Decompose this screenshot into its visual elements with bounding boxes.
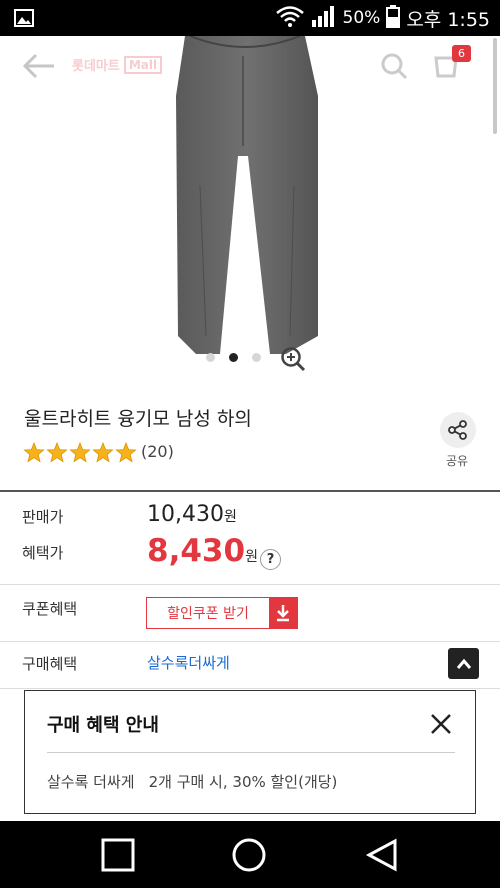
popup-title: 구매 혜택 안내 (47, 715, 159, 736)
search-icon[interactable] (380, 52, 408, 84)
logo-text: 롯데마트 (72, 59, 120, 74)
benefit-name: 살수록 더싸게 (47, 773, 135, 791)
get-coupon-label: 할인쿠폰 받기 (167, 606, 249, 622)
back-icon[interactable] (364, 837, 400, 877)
logo-badge: Mall (123, 55, 163, 74)
star-icon (23, 442, 45, 463)
site-logo[interactable]: 롯데마트 Mall (72, 55, 163, 74)
benefit-price-value: 8,430 (147, 533, 246, 569)
gallery-dot[interactable] (206, 353, 215, 362)
row-divider (0, 688, 500, 689)
signal-icon (311, 4, 337, 33)
star-icon (46, 442, 68, 463)
star-icon (92, 442, 114, 463)
sale-price-unit: 원 (223, 509, 237, 525)
product-image[interactable] (0, 36, 500, 384)
benefit-price-label: 혜택가 (22, 544, 64, 562)
sale-price-value: 10,430 (147, 502, 224, 527)
image-icon (14, 8, 34, 32)
clock: 오후 1:55 (406, 8, 490, 31)
share-button[interactable] (440, 412, 476, 448)
star-icon (115, 442, 137, 463)
gallery-indicator (206, 353, 261, 362)
section-divider (0, 490, 500, 492)
coupon-label: 쿠폰혜택 (22, 600, 78, 618)
wifi-icon (275, 4, 305, 33)
collapse-button[interactable] (448, 648, 479, 679)
product-title: 울트라히트 융기모 남성 하의 (24, 408, 252, 430)
download-icon (269, 598, 297, 628)
benefit-detail: 2개 구매 시, 30% 할인(개당) (148, 773, 338, 791)
battery-percent: 50% (342, 8, 381, 28)
gallery-dot[interactable] (252, 353, 261, 362)
purchase-benefit-label: 구매혜택 (22, 655, 78, 673)
home-icon[interactable] (231, 837, 267, 877)
row-divider (0, 584, 500, 585)
review-count[interactable]: (20) (141, 442, 174, 461)
scrollbar[interactable] (493, 38, 497, 134)
back-arrow-icon[interactable] (22, 52, 56, 84)
recent-apps-icon[interactable] (100, 837, 136, 877)
star-icon (69, 442, 91, 463)
system-nav-bar (0, 821, 500, 888)
sale-price: 10,430원 (147, 502, 237, 527)
pants-image (176, 36, 318, 354)
sale-price-label: 판매가 (22, 508, 64, 526)
share-icon (448, 420, 467, 440)
close-icon[interactable] (430, 713, 452, 739)
share-label: 공유 (446, 454, 469, 468)
benefit-price: 8,430원 (147, 533, 258, 569)
cart-count-badge: 6 (452, 45, 471, 62)
popup-divider (47, 752, 455, 753)
row-divider (0, 641, 500, 642)
chevron-up-icon (456, 658, 471, 669)
get-coupon-button[interactable]: 할인쿠폰 받기 (146, 597, 298, 629)
help-button[interactable]: ? (260, 549, 281, 570)
purchase-benefit-link[interactable]: 살수록더싸게 (147, 652, 230, 673)
popup-body: 살수록 더싸게 2개 구매 시, 30% 할인(개당) (47, 771, 337, 792)
rating-stars (23, 442, 137, 463)
benefit-price-unit: 원 (245, 549, 258, 565)
status-bar: 50% 오후 1:55 (0, 0, 500, 36)
gallery-dot-active[interactable] (229, 353, 238, 362)
zoom-in-icon[interactable] (280, 346, 306, 376)
battery-icon (386, 4, 401, 33)
benefit-info-popup: 구매 혜택 안내 살수록 더싸게 2개 구매 시, 30% 할인(개당) (24, 690, 476, 814)
